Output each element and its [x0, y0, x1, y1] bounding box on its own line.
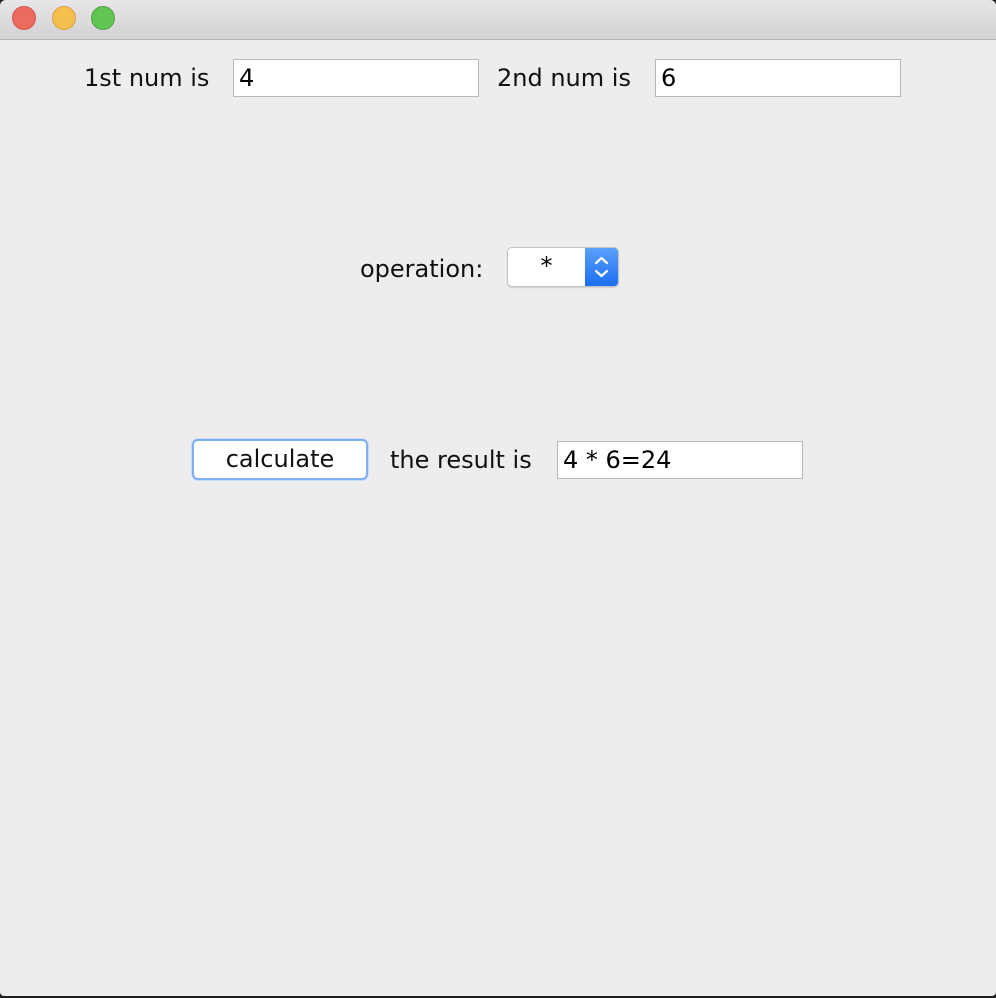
maximize-icon[interactable] — [91, 6, 115, 30]
chevron-updown-icon — [594, 256, 609, 278]
second-number-field[interactable]: 6 — [655, 59, 901, 97]
operation-label: operation: — [360, 255, 484, 283]
first-number-label: 1st num is — [84, 64, 210, 92]
close-icon[interactable] — [12, 6, 36, 30]
result-label: the result is — [390, 446, 532, 474]
app-window: 1st num is 4 2nd num is 6 operation: * c… — [0, 0, 996, 996]
operation-select[interactable]: * — [507, 247, 619, 287]
second-number-label: 2nd num is — [497, 64, 631, 92]
select-stepper-icon[interactable] — [585, 248, 618, 286]
first-number-field[interactable]: 4 — [233, 59, 479, 97]
title-bar[interactable] — [0, 0, 996, 40]
minimize-icon[interactable] — [52, 6, 76, 30]
calculate-button[interactable]: calculate — [192, 439, 368, 480]
result-field[interactable]: 4 * 6=24 — [557, 441, 803, 479]
operation-selected-value: * — [540, 252, 553, 280]
